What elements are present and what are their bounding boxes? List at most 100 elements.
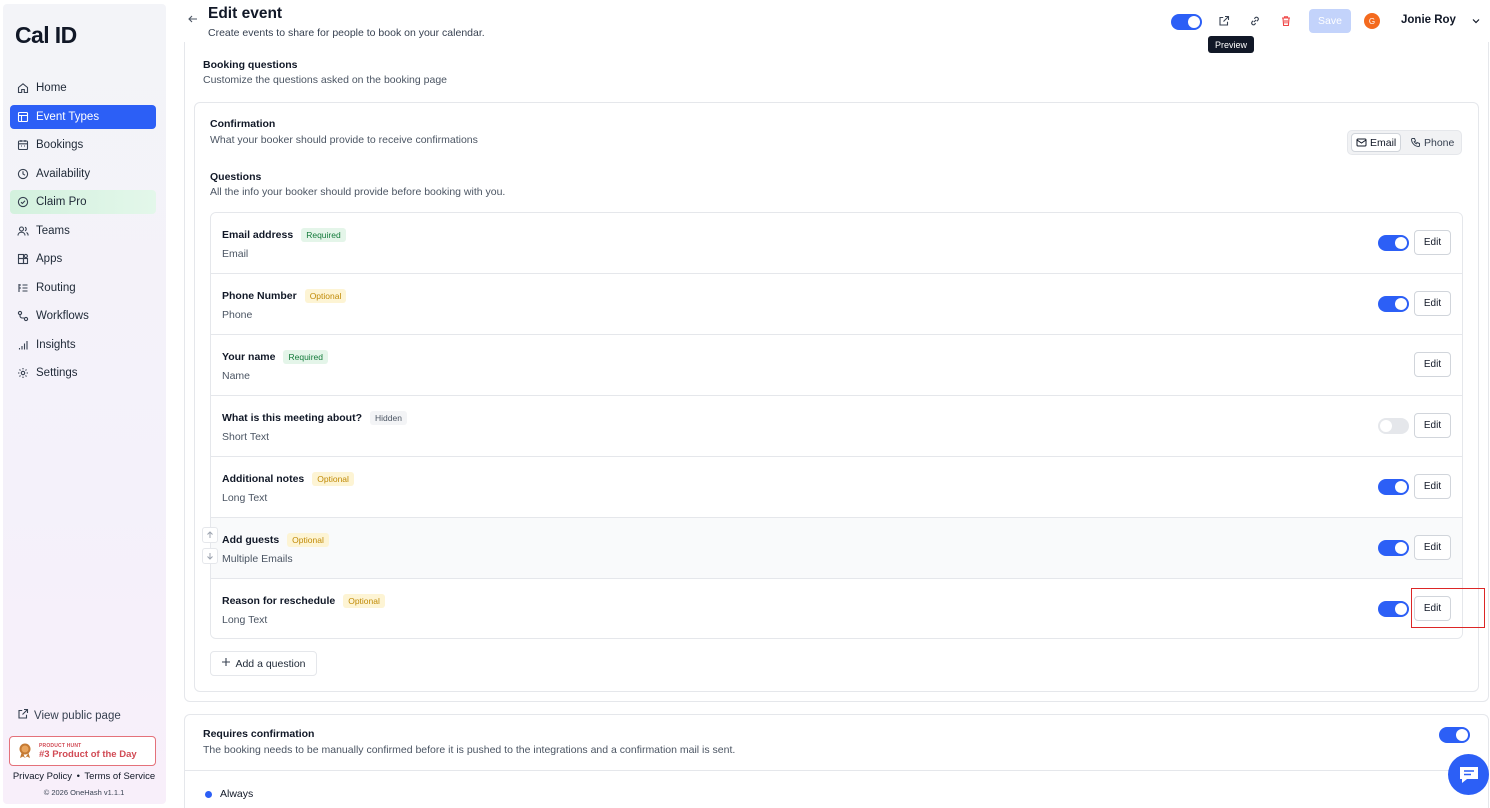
medal-icon — [19, 743, 31, 758]
footer-links: Privacy Policy • Terms of Service — [9, 771, 159, 782]
optional-badge: Optional — [312, 472, 354, 486]
question-row: Your name Required Name Edit — [211, 335, 1462, 396]
always-radio[interactable] — [205, 791, 212, 798]
terms-of-service-link[interactable]: Terms of Service — [84, 771, 155, 782]
copyright: © 2026 OneHash v1.1.1 — [43, 788, 125, 797]
optional-badge: Optional — [287, 533, 329, 547]
question-row: Phone Number Optional Phone Edit — [211, 274, 1462, 335]
sidebar-item-label: Claim Pro — [36, 196, 87, 208]
arrow-down-icon — [207, 553, 213, 560]
sidebar-item-teams[interactable]: Teams — [10, 219, 156, 243]
preview-icon[interactable] — [1217, 14, 1231, 28]
confirmation-option-email[interactable]: Email — [1351, 133, 1402, 152]
product-hunt-text: PRODUCT HUNT #3 Product of the Day — [39, 743, 137, 760]
email-option-label: Email — [1370, 136, 1397, 149]
privacy-policy-link[interactable]: Privacy Policy — [13, 771, 72, 782]
confirmation-subtitle: What your booker should provide to recei… — [210, 134, 478, 146]
question-label: Email address — [222, 229, 294, 241]
avatar[interactable]: G — [1364, 13, 1380, 29]
question-toggle[interactable] — [1378, 479, 1409, 495]
questions-title: Questions — [210, 171, 262, 183]
question-label: What is this meeting about? — [222, 412, 363, 424]
view-public-page-link[interactable]: View public page — [17, 708, 121, 723]
sidebar-item-label: Workflows — [36, 310, 89, 322]
sidebar-item-settings[interactable]: Settings — [10, 361, 156, 385]
phone-option-label: Phone — [1424, 136, 1455, 149]
edit-button[interactable]: Edit — [1414, 474, 1451, 499]
question-row: Reason for reschedule Optional Long Text… — [211, 579, 1462, 638]
optional-badge: Optional — [304, 289, 347, 303]
sidebar: Cal ID Home Event Types Bookings Availab… — [3, 4, 166, 804]
chat-icon — [1459, 766, 1478, 783]
question-toggle[interactable] — [1378, 418, 1409, 434]
chevron-down-icon[interactable] — [1470, 15, 1482, 27]
trash-icon[interactable] — [1279, 14, 1293, 28]
move-up-button[interactable] — [202, 527, 218, 543]
question-name: Email address Required — [222, 228, 346, 242]
question-name: Reason for reschedule Optional — [222, 594, 385, 608]
product-hunt-badge[interactable]: PRODUCT HUNT #3 Product of the Day — [9, 736, 156, 766]
question-type: Long Text — [222, 492, 268, 504]
required-badge: Required — [283, 350, 328, 364]
sidebar-item-event-types[interactable]: Event Types — [10, 104, 156, 129]
edit-button[interactable]: Edit — [1414, 352, 1451, 377]
booking-questions-subtitle: Customize the questions asked on the boo… — [203, 74, 447, 86]
edit-button[interactable]: Edit — [1414, 291, 1451, 316]
confirmation-option-phone[interactable]: Phone — [1406, 133, 1458, 152]
question-toggle[interactable] — [1378, 235, 1409, 251]
sidebar-item-workflows[interactable]: Workflows — [10, 304, 156, 328]
sidebar-item-bookings[interactable]: Bookings — [10, 133, 156, 157]
event-hidden-toggle[interactable] — [1171, 14, 1202, 30]
requires-confirmation-title: Requires confirmation — [203, 728, 315, 740]
confirmation-method-toggle: Email Phone — [1347, 130, 1462, 155]
sidebar-item-claim-pro[interactable]: Claim Pro — [10, 190, 156, 214]
sidebar-item-routing[interactable]: Routing — [10, 276, 156, 300]
always-radio-label[interactable]: Always — [220, 788, 253, 800]
question-toggle[interactable] — [1378, 601, 1409, 617]
question-row: Add guests Optional Multiple Emails Edit — [211, 518, 1462, 579]
sidebar-item-apps[interactable]: Apps — [10, 247, 156, 271]
edit-button[interactable]: Edit — [1414, 230, 1451, 255]
question-label: Phone Number — [222, 290, 297, 302]
save-button[interactable]: Save — [1309, 9, 1351, 33]
question-type: Email — [222, 248, 249, 260]
add-question-button[interactable]: Add a question — [210, 651, 317, 676]
app-logo[interactable]: Cal ID — [15, 22, 77, 49]
question-name: Phone Number Optional — [222, 289, 347, 303]
calendar-icon — [16, 139, 29, 152]
sidebar-item-label: Availability — [36, 167, 91, 180]
sidebar-item-insights[interactable]: Insights — [10, 333, 156, 357]
questions-list: Email address Required Email Edit Phone … — [210, 212, 1463, 639]
product-hunt-rank: #3 Product of the Day — [39, 748, 137, 760]
badge-icon — [16, 196, 29, 209]
edit-button[interactable]: Edit — [1414, 413, 1451, 438]
optional-badge: Optional — [343, 594, 385, 608]
copy-link-icon[interactable] — [1248, 14, 1262, 28]
back-arrow-icon[interactable] — [186, 12, 200, 26]
question-name: Add guests Optional — [222, 533, 329, 547]
sidebar-item-home[interactable]: Home — [10, 76, 156, 100]
edit-button[interactable]: Edit — [1414, 535, 1451, 560]
question-toggle[interactable] — [1378, 296, 1409, 312]
question-label: Your name — [222, 351, 276, 363]
page-subtitle: Create events to share for people to boo… — [208, 27, 485, 39]
phone-icon — [1410, 138, 1420, 148]
user-name[interactable]: Jonie Roy — [1401, 14, 1456, 26]
home-icon — [16, 82, 29, 95]
sidebar-item-label: Bookings — [36, 139, 84, 151]
requires-confirmation-toggle[interactable] — [1439, 727, 1470, 743]
sidebar-item-availability[interactable]: Availability — [10, 162, 156, 186]
question-toggle[interactable] — [1378, 540, 1409, 556]
view-public-page-label: View public page — [34, 709, 121, 722]
question-type: Short Text — [222, 431, 270, 443]
sidebar-item-label: Routing — [36, 281, 76, 294]
sidebar-nav: Home Event Types Bookings Availability C… — [10, 76, 156, 390]
chat-support-button[interactable] — [1448, 754, 1489, 795]
sidebar-item-label: Insights — [36, 338, 76, 351]
sidebar-item-label: Home — [36, 82, 67, 94]
sidebar-item-label: Event Types — [36, 110, 100, 123]
move-down-button[interactable] — [202, 548, 218, 564]
sidebar-item-label: Settings — [36, 367, 78, 379]
add-question-label: Add a question — [235, 657, 306, 670]
mail-icon — [1356, 138, 1367, 147]
